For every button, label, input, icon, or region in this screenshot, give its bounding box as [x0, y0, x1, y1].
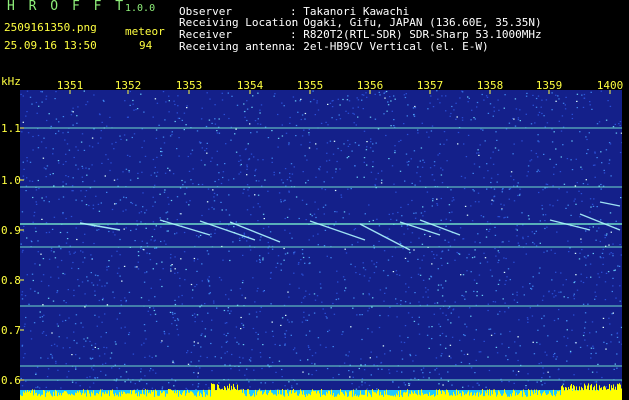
- meteor-streak: [579, 213, 621, 231]
- y-tick-label: 1.0: [1, 174, 21, 187]
- freq-unit-label: kHz: [1, 75, 21, 88]
- y-tick-label: 0.7: [1, 324, 21, 337]
- header-panel: H R O F F T 1.0.0 2509161350.png meteor …: [0, 0, 629, 76]
- antenna-label: Receiving antenna: [179, 40, 292, 53]
- meteor-streak: [359, 223, 411, 251]
- meteor-streak: [229, 221, 281, 243]
- meteor-streak: [419, 219, 461, 236]
- y-tick-label: 0.8: [1, 274, 21, 287]
- filename-label: 2509161350.png: [4, 21, 97, 34]
- y-tick-label: 0.9: [1, 224, 21, 237]
- meteor-count: 94: [139, 39, 153, 52]
- y-tick-label: 1.1: [1, 122, 21, 135]
- y-tick-label: 0.6: [1, 374, 21, 387]
- meteor-label: meteor: [125, 25, 165, 38]
- spectrogram-canvas: [20, 90, 622, 400]
- app-version: 1.0.0: [125, 3, 156, 14]
- spectrogram-plot: [20, 90, 622, 400]
- noise-speckle: [20, 90, 622, 400]
- antenna-value: : 2el-HB9CV Vertical (el. E-W): [290, 40, 489, 53]
- app-title: H R O F F T: [7, 0, 127, 14]
- meteor-streak: [599, 201, 621, 207]
- datetime-label: 25.09.16 13:50: [4, 39, 97, 52]
- meteor-streak: [549, 219, 591, 231]
- signal-level-bars: [20, 383, 622, 400]
